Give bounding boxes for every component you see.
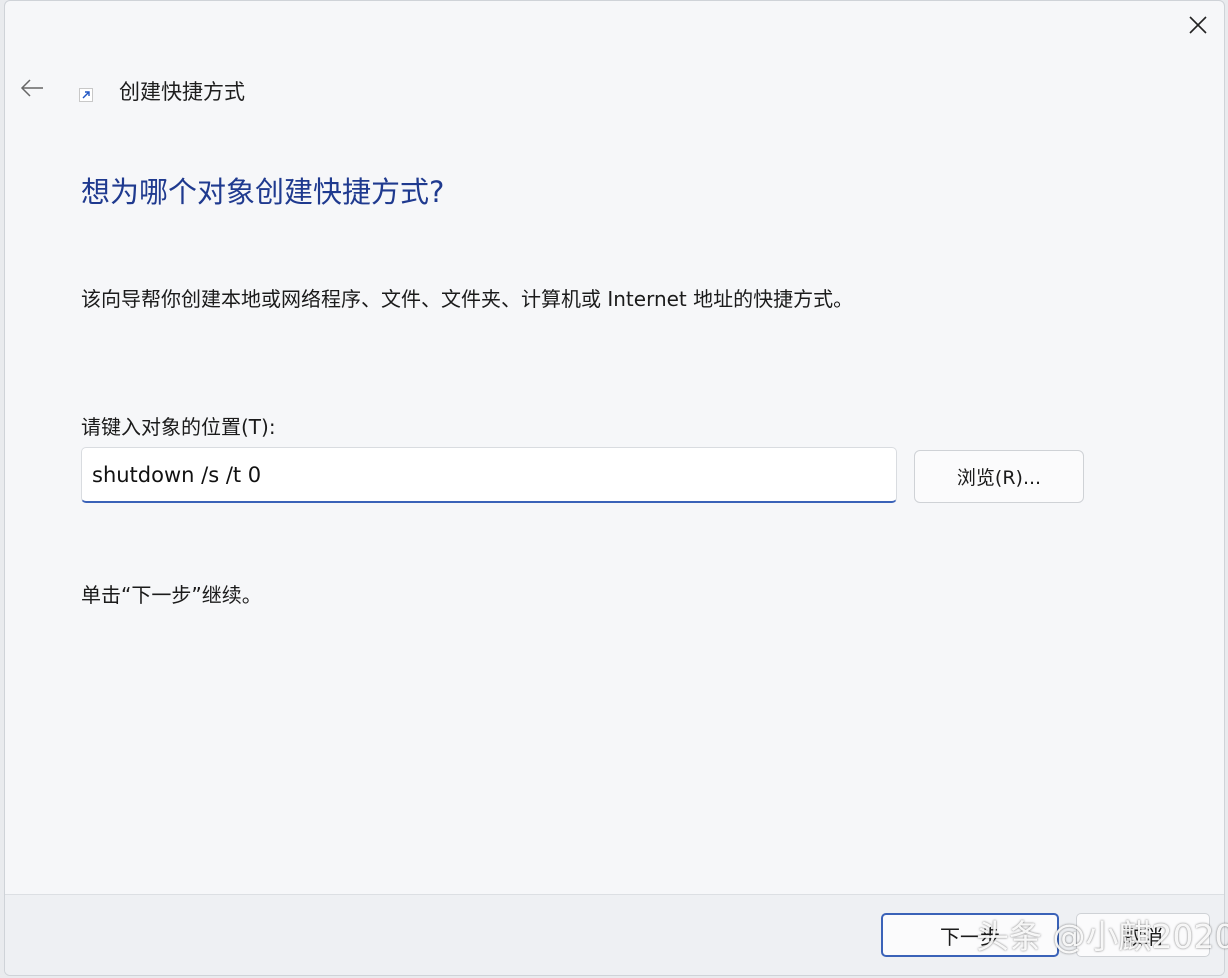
shortcut-wizard-window: 创建快捷方式 想为哪个对象创建快捷方式? 该向导帮你创建本地或网络程序、文件、文…	[4, 0, 1225, 976]
page-heading: 想为哪个对象创建快捷方式?	[81, 175, 445, 209]
cancel-button[interactable]: 取消	[1076, 913, 1210, 957]
continue-hint: 单击“下一步”继续。	[81, 583, 262, 607]
wizard-description: 该向导帮你创建本地或网络程序、文件、文件夹、计算机或 Internet 地址的快…	[81, 287, 854, 311]
footer-bar: 下一步 取消	[5, 894, 1224, 975]
next-button[interactable]: 下一步	[881, 913, 1059, 957]
close-icon	[1189, 16, 1207, 34]
back-button[interactable]	[17, 73, 47, 103]
shortcut-arrow-icon	[79, 87, 93, 102]
location-label: 请键入对象的位置(T):	[81, 415, 276, 439]
location-input[interactable]	[81, 447, 897, 503]
arrow-left-icon	[20, 79, 43, 97]
close-button[interactable]	[1180, 7, 1216, 43]
browse-button[interactable]: 浏览(R)...	[914, 450, 1084, 503]
wizard-title: 创建快捷方式	[119, 80, 245, 104]
